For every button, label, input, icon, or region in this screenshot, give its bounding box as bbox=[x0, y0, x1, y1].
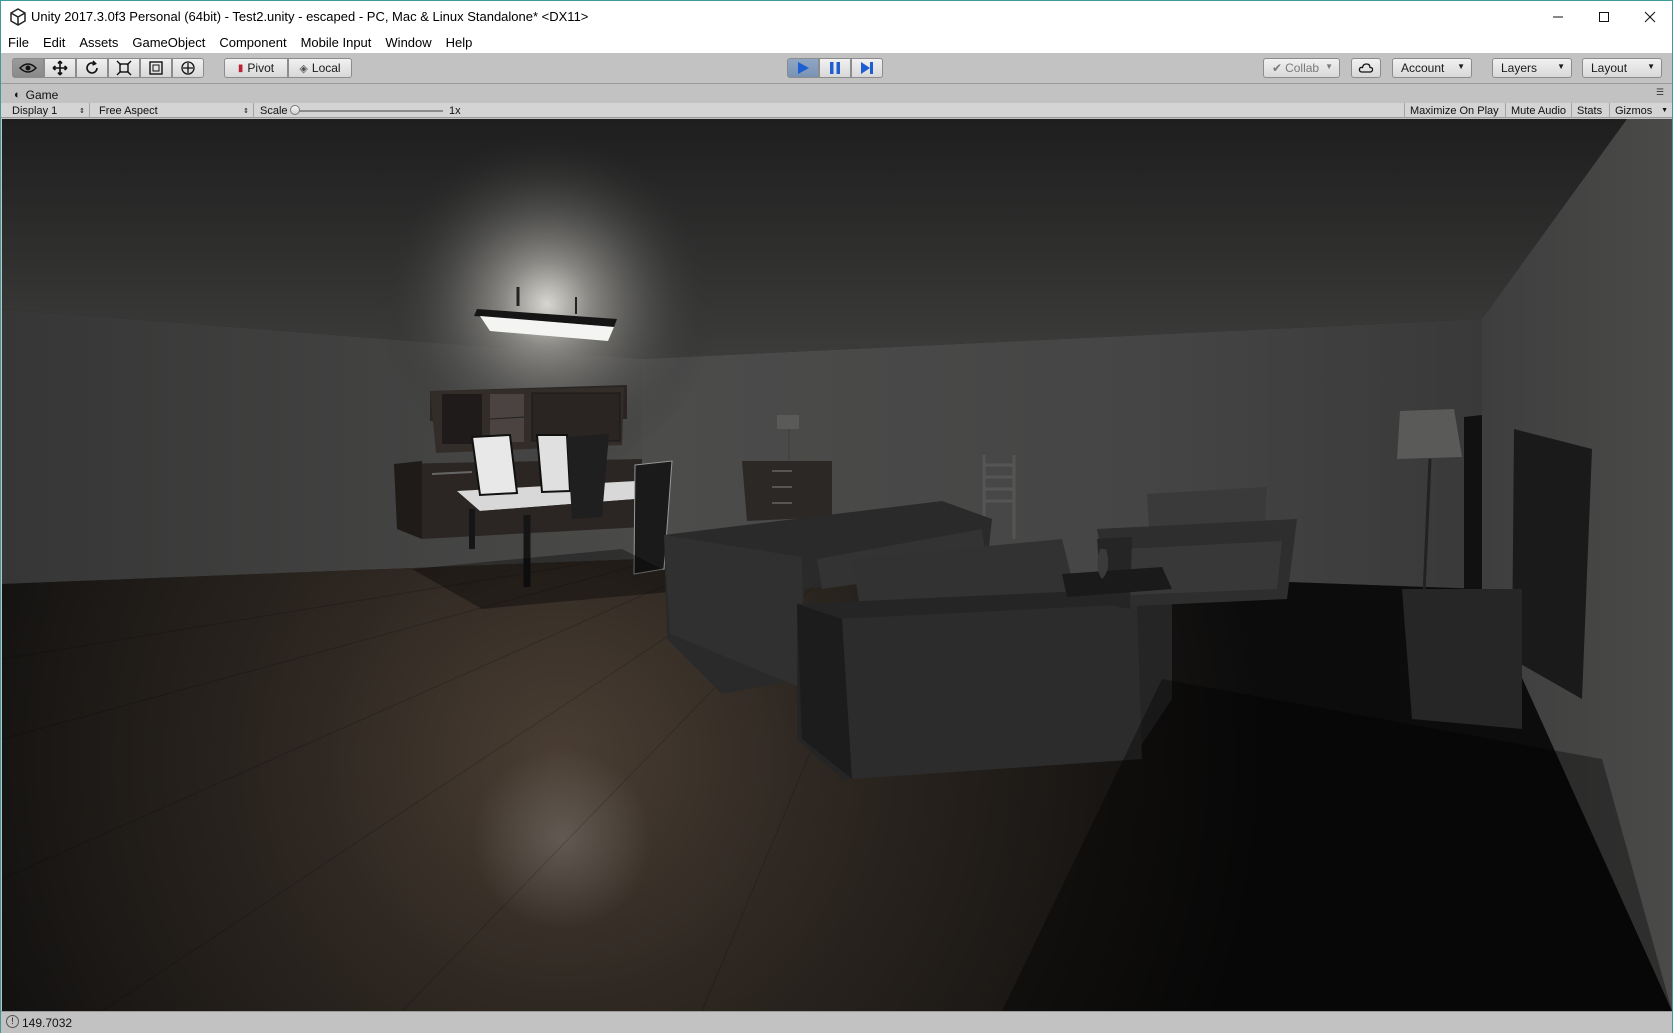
local-icon: ◈ bbox=[299, 62, 308, 75]
play-button[interactable] bbox=[787, 58, 819, 78]
gizmos-dropdown[interactable]: Gizmos ▼ bbox=[1610, 103, 1672, 118]
local-label: Local bbox=[311, 61, 341, 75]
title-bar: Unity 2017.3.0f3 Personal (64bit) - Test… bbox=[1, 1, 1672, 33]
window-title: Unity 2017.3.0f3 Personal (64bit) - Test… bbox=[31, 9, 589, 24]
view-tool-button[interactable] bbox=[12, 58, 44, 78]
rect-tool-button[interactable] bbox=[140, 58, 172, 78]
console-status-message[interactable]: 149.7032 bbox=[22, 1016, 72, 1030]
menu-file[interactable]: File bbox=[1, 33, 36, 53]
menu-help[interactable]: Help bbox=[439, 33, 480, 53]
aspect-label: Free Aspect bbox=[99, 104, 158, 117]
layers-label: Layers bbox=[1501, 61, 1538, 75]
move-icon bbox=[52, 60, 68, 76]
rect-icon bbox=[149, 61, 163, 75]
stats-toggle[interactable]: Stats bbox=[1572, 103, 1610, 118]
play-icon bbox=[798, 62, 809, 74]
menu-window[interactable]: Window bbox=[378, 33, 438, 53]
game-tab-bar: ◐ Game ☰ bbox=[1, 85, 1672, 103]
gizmos-label: Gizmos bbox=[1615, 104, 1653, 117]
game-view-controls: Display 1 ⇕ Free Aspect ⇕ Scale 1x Maxim… bbox=[1, 103, 1672, 118]
dropdown-arrow-icon: ▼ bbox=[1647, 62, 1655, 71]
transform-icon bbox=[181, 61, 195, 75]
minimize-button[interactable] bbox=[1535, 1, 1581, 33]
pivot-toggle-button[interactable]: ▮ Pivot bbox=[224, 58, 288, 78]
minimize-icon bbox=[1553, 16, 1563, 18]
layout-dropdown[interactable]: Layout ▼ bbox=[1582, 58, 1662, 78]
step-icon bbox=[861, 62, 873, 74]
menu-gameobject[interactable]: GameObject bbox=[125, 33, 212, 53]
maximize-on-play-label: Maximize On Play bbox=[1410, 104, 1499, 117]
local-toggle-button[interactable]: ◈ Local bbox=[288, 58, 352, 78]
dropdown-arrow-icon: ▼ bbox=[1661, 107, 1668, 114]
account-label: Account bbox=[1401, 61, 1445, 75]
scale-slider-track[interactable] bbox=[295, 110, 443, 112]
maximize-icon bbox=[1599, 12, 1609, 22]
eye-icon bbox=[19, 63, 37, 73]
scale-slider-handle[interactable] bbox=[290, 105, 300, 115]
game-viewport[interactable] bbox=[2, 119, 1672, 1011]
tab-game-label: Game bbox=[25, 87, 59, 102]
panel-menu-icon[interactable]: ☰ bbox=[1656, 87, 1664, 98]
pause-icon bbox=[830, 62, 840, 74]
menu-mobile-input[interactable]: Mobile Input bbox=[294, 33, 379, 53]
pivot-label: Pivot bbox=[247, 61, 275, 75]
mute-audio-label: Mute Audio bbox=[1511, 104, 1567, 117]
cloud-icon bbox=[1358, 63, 1374, 73]
updown-arrow-icon: ⇕ bbox=[243, 107, 249, 115]
check-icon: ✔ bbox=[1272, 61, 1283, 75]
menu-component[interactable]: Component bbox=[212, 33, 293, 53]
menu-assets[interactable]: Assets bbox=[72, 33, 125, 53]
rotate-tool-button[interactable] bbox=[76, 58, 108, 78]
updown-arrow-icon: ⇕ bbox=[79, 107, 85, 115]
dropdown-arrow-icon: ▼ bbox=[1457, 62, 1465, 71]
tab-game[interactable]: ◐ Game bbox=[6, 86, 68, 103]
close-button[interactable] bbox=[1627, 1, 1673, 33]
scale-label: Scale bbox=[260, 104, 288, 117]
layout-label: Layout bbox=[1591, 61, 1628, 75]
scale-icon bbox=[116, 60, 132, 76]
collab-label: Collab bbox=[1285, 61, 1320, 75]
maximize-on-play-toggle[interactable]: Maximize On Play bbox=[1404, 103, 1506, 118]
dropdown-arrow-icon: ▼ bbox=[1325, 62, 1333, 71]
pivot-icon: ▮ bbox=[237, 62, 244, 74]
display-label: Display 1 bbox=[12, 104, 58, 117]
scene-render bbox=[2, 119, 1672, 1011]
cloud-button[interactable] bbox=[1351, 58, 1381, 78]
maximize-button[interactable] bbox=[1581, 1, 1627, 33]
display-dropdown[interactable]: Display 1 ⇕ bbox=[7, 103, 90, 118]
close-icon bbox=[1644, 11, 1656, 23]
aspect-dropdown[interactable]: Free Aspect ⇕ bbox=[94, 103, 254, 118]
main-toolbar: ▮ Pivot ◈ Local ✔ Collab ▼ Account ▼ Lay… bbox=[1, 53, 1672, 84]
layers-dropdown[interactable]: Layers ▼ bbox=[1492, 58, 1572, 78]
gamepad-icon: ◐ bbox=[14, 88, 21, 101]
menu-edit[interactable]: Edit bbox=[36, 33, 72, 53]
scale-tool-button[interactable] bbox=[108, 58, 140, 78]
unity-logo-icon bbox=[10, 8, 26, 26]
account-dropdown[interactable]: Account ▼ bbox=[1392, 58, 1472, 78]
pause-button[interactable] bbox=[819, 58, 851, 78]
scale-value: 1x bbox=[449, 104, 461, 117]
rotate-icon bbox=[86, 60, 98, 74]
stats-label: Stats bbox=[1577, 104, 1603, 117]
move-tool-button[interactable] bbox=[44, 58, 76, 78]
transform-tool-button[interactable] bbox=[172, 58, 204, 78]
status-bar: ! 149.7032 bbox=[1, 1011, 1672, 1033]
step-button[interactable] bbox=[851, 58, 883, 78]
info-icon: ! bbox=[6, 1015, 19, 1028]
mute-audio-toggle[interactable]: Mute Audio bbox=[1506, 103, 1572, 118]
collab-dropdown[interactable]: ✔ Collab ▼ bbox=[1263, 58, 1340, 78]
unity-editor-window: Unity 2017.3.0f3 Personal (64bit) - Test… bbox=[0, 0, 1673, 1033]
dropdown-arrow-icon: ▼ bbox=[1557, 62, 1565, 71]
menu-bar: File Edit Assets GameObject Component Mo… bbox=[1, 33, 1672, 53]
